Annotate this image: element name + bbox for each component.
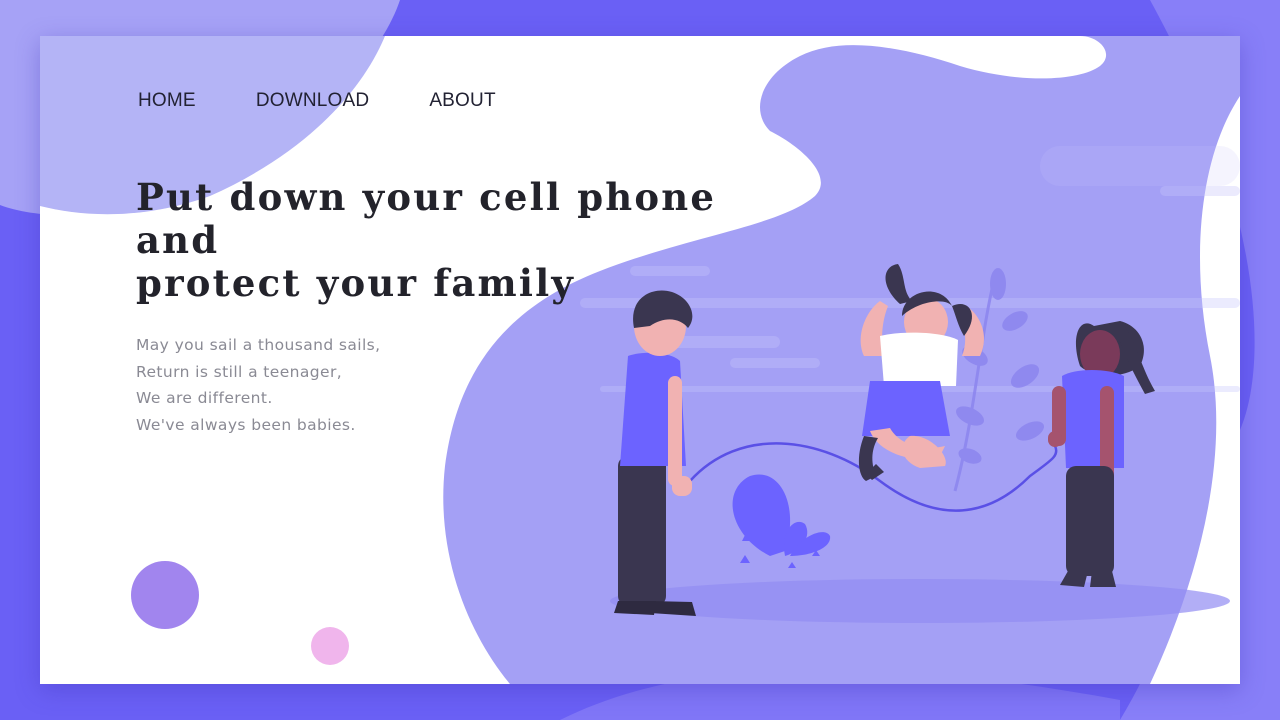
ground-shadow: [610, 579, 1230, 623]
decorative-dot-purple: [131, 561, 199, 629]
poem-line: We are different.: [136, 389, 273, 407]
headline-line: Put down your cell phone and: [136, 175, 717, 262]
nav-home-link[interactable]: HOME: [138, 90, 196, 112]
poem-line: Return is still a teenager,: [136, 362, 343, 381]
poem-line: We've always been babies.: [136, 415, 356, 434]
hero-headline: Put down your cell phone and protect you…: [136, 176, 776, 305]
poem-line: May you sail a thousand sails,: [136, 336, 381, 354]
headline-line: protect your family: [136, 261, 576, 305]
hero-poem: May you sail a thousand sails, Return is…: [136, 332, 380, 438]
nav-download-link[interactable]: DOWNLOAD: [256, 90, 370, 112]
landing-card: HOME DOWNLOAD ABOUT Put down your cell p…: [40, 36, 1240, 684]
decorative-dot-pink: [311, 627, 349, 665]
nav-about-link[interactable]: ABOUT: [429, 90, 495, 112]
main-nav: HOME DOWNLOAD ABOUT: [138, 90, 556, 112]
